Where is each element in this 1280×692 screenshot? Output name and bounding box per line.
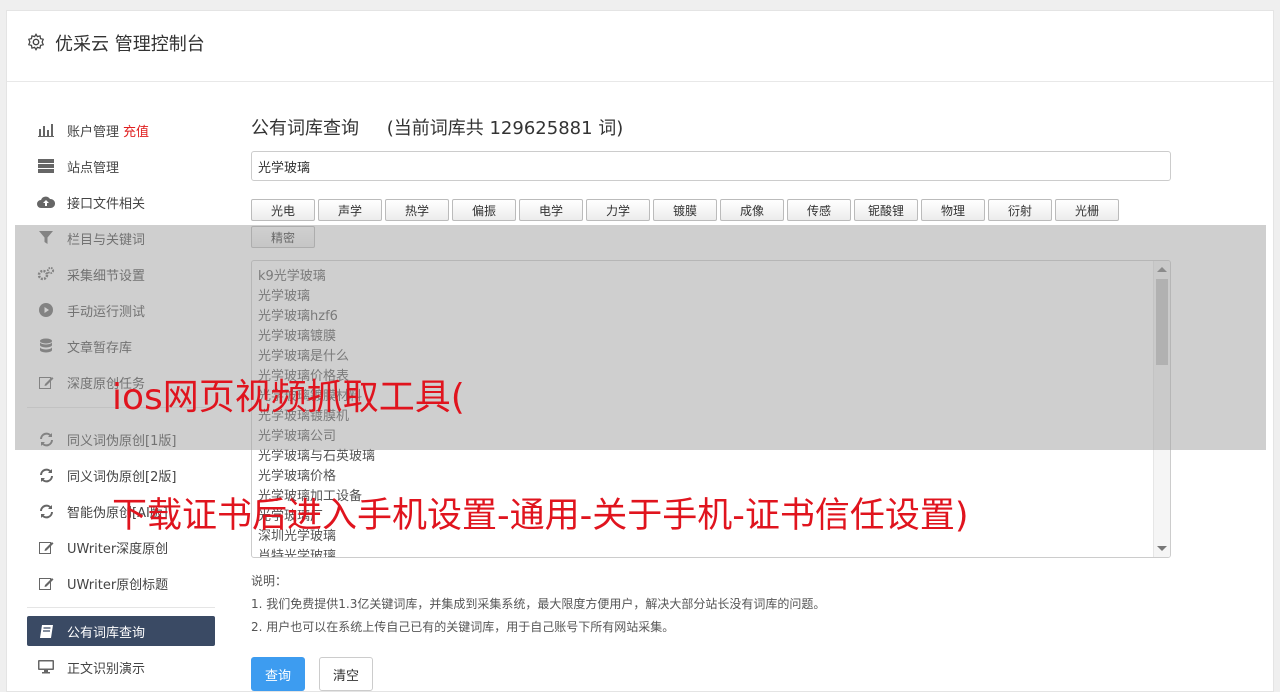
lexicon-count: (当前词库共 129625881 词): [386, 118, 624, 139]
tag-button[interactable]: 物理: [921, 199, 985, 221]
tag-button[interactable]: 力学: [586, 199, 650, 221]
refresh-icon: [37, 466, 55, 484]
tag-button[interactable]: 热学: [385, 199, 449, 221]
tag-button[interactable]: 声学: [318, 199, 382, 221]
sidebar-item-synonym-v2[interactable]: 同义词伪原创[2版]: [27, 460, 215, 490]
sidebar-divider: [27, 607, 215, 608]
tag-button[interactable]: 衍射: [988, 199, 1052, 221]
tag-button[interactable]: 电学: [519, 199, 583, 221]
sidebar-item-label: 账户管理: [67, 124, 120, 140]
tag-button[interactable]: 铌酸锂: [854, 199, 918, 221]
sidebar-item-label: UWriter原创标题: [67, 577, 169, 593]
sidebar-item-public-lexicon[interactable]: 公有词库查询: [27, 616, 215, 646]
clear-button[interactable]: 清空: [319, 657, 373, 691]
scroll-down-icon[interactable]: [1157, 546, 1167, 551]
list-item[interactable]: 光学玻璃与石英玻璃: [252, 447, 1170, 467]
sidebar-item-label: 站点管理: [67, 160, 120, 176]
list-item[interactable]: 光学玻璃价格: [252, 467, 1170, 487]
sidebar-item-label: UWriter深度原创: [67, 541, 169, 557]
recharge-link[interactable]: 充值: [123, 121, 149, 140]
sidebar-item-label: 接口文件相关: [67, 196, 146, 212]
sidebar-item-uwriter-title[interactable]: UWriter原创标题: [27, 568, 215, 598]
monitor-icon: [37, 658, 55, 676]
tag-button[interactable]: 传感: [787, 199, 851, 221]
sidebar-item-label: 公有词库查询: [67, 625, 146, 641]
sidebar-item-interface-files[interactable]: 接口文件相关: [27, 187, 215, 217]
list-item[interactable]: 肖特光学玻璃: [252, 547, 1170, 557]
sidebar-item-account[interactable]: 账户管理 充值: [27, 115, 215, 145]
note-line: 2. 用户也可以在系统上传自己已有的关键词库，用于自己账号下所有网站采集。: [251, 620, 675, 634]
page-header-title: 优采云 管理控制台: [55, 34, 205, 55]
cloud-upload-icon: [37, 193, 55, 211]
note-label: 说明：: [251, 574, 288, 588]
keyword-search-input[interactable]: 光学玻璃: [251, 151, 1171, 181]
sidebar-item-sites[interactable]: 站点管理: [27, 151, 215, 181]
overlay-headline: ios网页视频抓取工具(: [112, 377, 465, 418]
title-text: 公有词库查询: [251, 118, 359, 139]
tag-button[interactable]: 镀膜: [653, 199, 717, 221]
sidebar-item-label: 同义词伪原创[2版]: [67, 469, 177, 485]
overlay-subline: 下载证书后进入手机设置-通用-关于手机-证书信任设置): [112, 496, 969, 536]
page-title: 公有词库查询 (当前词库共 129625881 词): [251, 114, 623, 140]
server-icon: [37, 157, 55, 175]
bar-chart-icon: [37, 121, 55, 139]
book-icon: [37, 622, 55, 640]
edit-icon: [37, 538, 55, 556]
note-line: 1. 我们免费提供1.3亿关键词库，并集成到采集系统，最大限度方便用户，解决大部…: [251, 597, 826, 611]
tag-button[interactable]: 成像: [720, 199, 784, 221]
gear-icon: [27, 33, 45, 51]
tag-button[interactable]: 偏振: [452, 199, 516, 221]
sidebar-item-text-recognition[interactable]: 正文识别演示: [27, 652, 215, 682]
sidebar-item-label: 正文识别演示: [67, 661, 146, 677]
query-button[interactable]: 查询: [251, 657, 305, 691]
refresh-icon: [37, 502, 55, 520]
tag-button[interactable]: 光栅: [1055, 199, 1119, 221]
tag-button[interactable]: 光电: [251, 199, 315, 221]
edit-icon: [37, 574, 55, 592]
header: 优采云 管理控制台: [7, 11, 1273, 82]
